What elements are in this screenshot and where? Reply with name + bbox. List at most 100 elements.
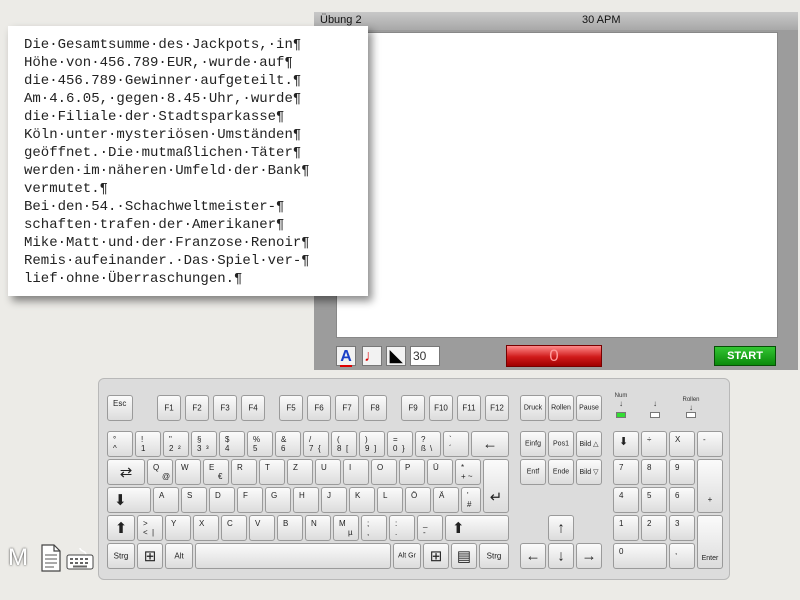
key-7[interactable]: /7 {: [303, 431, 329, 457]
key-5[interactable]: % 5: [247, 431, 273, 457]
key-i[interactable]: I: [343, 459, 369, 485]
key-f4[interactable]: F4: [241, 395, 265, 421]
key-plus[interactable]: * + ~: [455, 459, 481, 485]
key-capslock[interactable]: ⬇: [107, 487, 151, 513]
key-r[interactable]: R: [231, 459, 257, 485]
keyboard-icon[interactable]: [66, 546, 94, 570]
key-home[interactable]: Pos1: [548, 431, 574, 457]
cursor-button[interactable]: ◣: [386, 346, 406, 366]
key-t[interactable]: T: [259, 459, 285, 485]
key-w[interactable]: W: [175, 459, 201, 485]
key-num-0[interactable]: 0: [613, 543, 667, 569]
key-num-minus[interactable]: -: [697, 431, 723, 457]
key-m[interactable]: Mµ: [333, 515, 359, 541]
start-button[interactable]: START: [714, 346, 776, 366]
key-oe[interactable]: Ö: [405, 487, 431, 513]
key-ue[interactable]: Ü: [427, 459, 453, 485]
key-minus[interactable]: _ -: [417, 515, 443, 541]
key-rollen[interactable]: Rollen: [548, 395, 574, 421]
key-o[interactable]: O: [371, 459, 397, 485]
key-j[interactable]: J: [321, 487, 347, 513]
key-page-up[interactable]: Bild △: [576, 431, 602, 457]
key-arrow-right[interactable]: →: [576, 543, 602, 569]
key-numlock[interactable]: ⬇: [613, 431, 639, 457]
key-1[interactable]: ! 1: [135, 431, 161, 457]
key-f12[interactable]: F12: [485, 395, 509, 421]
key-f11[interactable]: F11: [457, 395, 481, 421]
key-ctrl-left[interactable]: Strg: [107, 543, 135, 569]
key-c[interactable]: C: [221, 515, 247, 541]
key-num-divide[interactable]: ÷: [641, 431, 667, 457]
key-z[interactable]: Z: [287, 459, 313, 485]
key-hash[interactable]: ' #: [461, 487, 481, 513]
key-sz[interactable]: ? ß \: [415, 431, 441, 457]
key-num-5[interactable]: 5: [641, 487, 667, 513]
key-num-plus[interactable]: +: [697, 459, 723, 513]
key-comma[interactable]: ;,: [361, 515, 387, 541]
key-acute[interactable]: ` ´: [443, 431, 469, 457]
key-win-left[interactable]: ⊞: [137, 543, 163, 569]
key-q[interactable]: Q @: [147, 459, 173, 485]
key-arrow-up[interactable]: ↑: [548, 515, 574, 541]
key-arrow-left[interactable]: ←: [520, 543, 546, 569]
key-num-6[interactable]: 6: [669, 487, 695, 513]
key-s[interactable]: S: [181, 487, 207, 513]
key-f1[interactable]: F1: [157, 395, 181, 421]
mode-button[interactable]: M: [8, 544, 30, 574]
key-d[interactable]: D: [209, 487, 235, 513]
key-shift-right[interactable]: ⬆: [445, 515, 509, 541]
key-f3[interactable]: F3: [213, 395, 237, 421]
key-a[interactable]: A: [153, 487, 179, 513]
key-f5[interactable]: F5: [279, 395, 303, 421]
key-f8[interactable]: F8: [363, 395, 387, 421]
key-n[interactable]: N: [305, 515, 331, 541]
key-druck[interactable]: Druck: [520, 395, 546, 421]
key-h[interactable]: H: [293, 487, 319, 513]
key-f[interactable]: F: [237, 487, 263, 513]
key-8[interactable]: (8 [: [331, 431, 357, 457]
key-l[interactable]: L: [377, 487, 403, 513]
key-shift-left[interactable]: ⬆: [107, 515, 135, 541]
typing-area[interactable]: [336, 32, 778, 338]
key-3[interactable]: § 3 ³: [191, 431, 217, 457]
key-f9[interactable]: F9: [401, 395, 425, 421]
key-num-8[interactable]: 8: [641, 459, 667, 485]
key-4[interactable]: $4: [219, 431, 245, 457]
key-ae[interactable]: Ä: [433, 487, 459, 513]
key-period[interactable]: :.: [389, 515, 415, 541]
font-button[interactable]: A: [336, 346, 356, 367]
count-input[interactable]: 30: [410, 346, 440, 366]
key-space[interactable]: [195, 543, 391, 569]
key-num-3[interactable]: 3: [669, 515, 695, 541]
key-x[interactable]: X: [193, 515, 219, 541]
document-icon[interactable]: [40, 544, 62, 572]
key-menu[interactable]: ▤: [451, 543, 477, 569]
key-u[interactable]: U: [315, 459, 341, 485]
key-num-4[interactable]: 4: [613, 487, 639, 513]
key-backspace[interactable]: ←: [471, 431, 509, 457]
key-delete[interactable]: Entf: [520, 459, 546, 485]
key-g[interactable]: G: [265, 487, 291, 513]
key-num-2[interactable]: 2: [641, 515, 667, 541]
key-altgr[interactable]: Alt Gr: [393, 543, 421, 569]
key-circumflex[interactable]: ° ^: [107, 431, 133, 457]
key-ctrl-right[interactable]: Strg: [479, 543, 509, 569]
key-6[interactable]: & 6: [275, 431, 301, 457]
key-tab[interactable]: ⇄: [107, 459, 145, 485]
key-y[interactable]: Y: [165, 515, 191, 541]
key-9[interactable]: ) 9]: [359, 431, 385, 457]
key-enter[interactable]: ↵: [483, 459, 509, 513]
key-p[interactable]: P: [399, 459, 425, 485]
key-insert[interactable]: Einfg: [520, 431, 546, 457]
key-num-1[interactable]: 1: [613, 515, 639, 541]
key-win-right[interactable]: ⊞: [423, 543, 449, 569]
key-page-down[interactable]: Bild ▽: [576, 459, 602, 485]
key-f6[interactable]: F6: [307, 395, 331, 421]
key-e[interactable]: E €: [203, 459, 229, 485]
key-0[interactable]: = 0}: [387, 431, 413, 457]
key-f10[interactable]: F10: [429, 395, 453, 421]
key-num-9[interactable]: 9: [669, 459, 695, 485]
key-num-enter[interactable]: Enter: [697, 515, 723, 569]
key-f7[interactable]: F7: [335, 395, 359, 421]
key-k[interactable]: K: [349, 487, 375, 513]
